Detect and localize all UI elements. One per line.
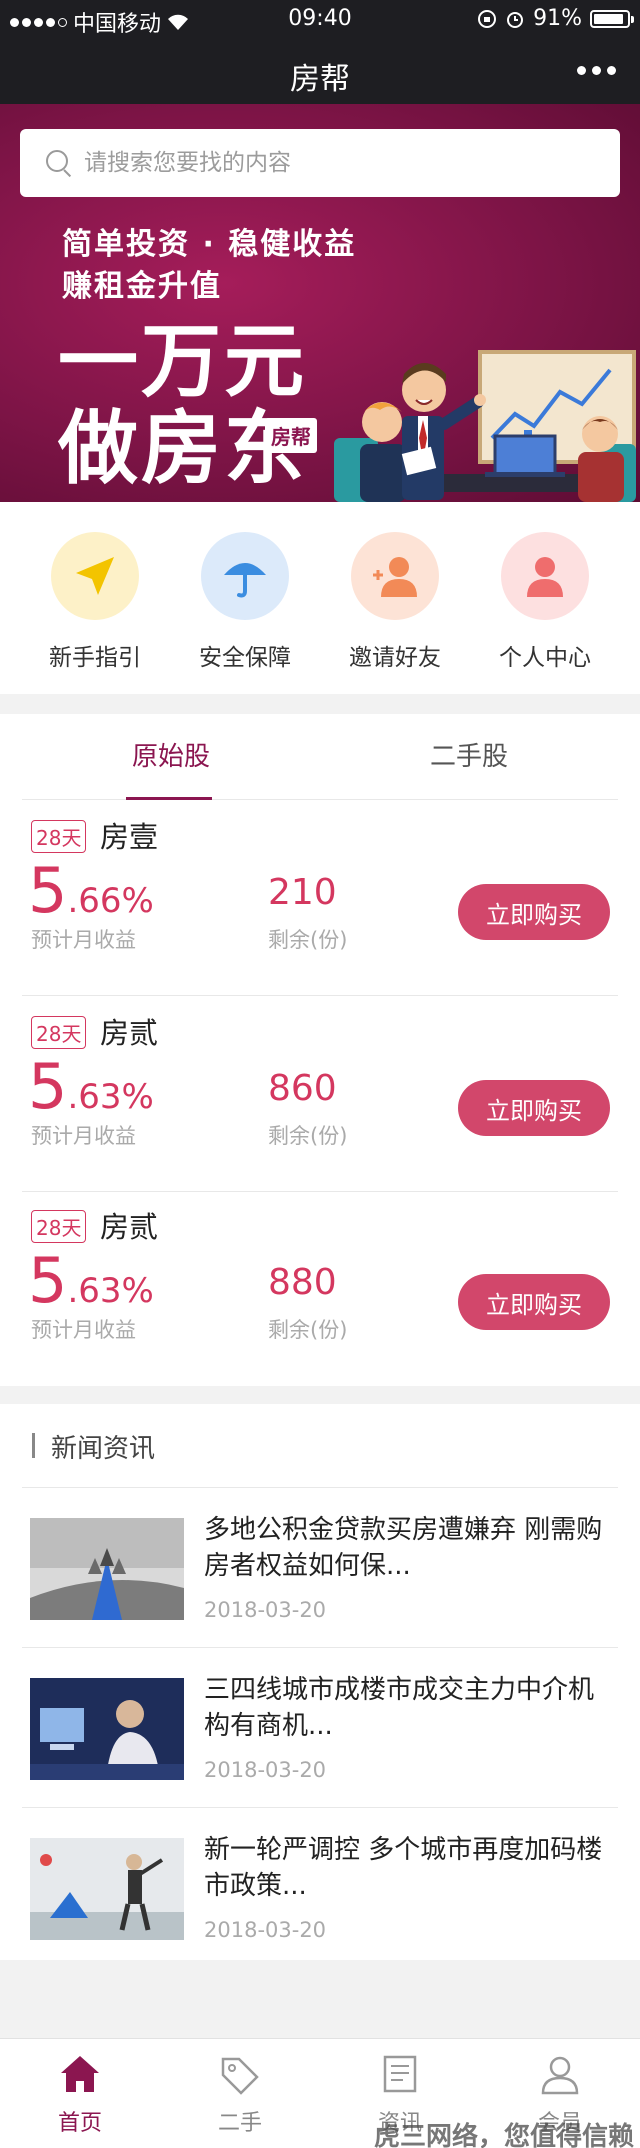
rate-integer: 5: [28, 1244, 68, 1317]
home-icon: [61, 2056, 99, 2092]
product-card: 原始股 二手股 28天 房壹 5.66% 预计月收益 210 剩余(份) 立即购…: [0, 714, 640, 1386]
security-circle: [201, 532, 289, 620]
paper-plane-icon: [76, 557, 114, 595]
page-title: 房帮: [290, 62, 350, 97]
business-people-illustration: [334, 350, 636, 502]
app-screen: 中国移动 09:40 91% 房帮 简单投资 · 稳健收益 赚租金升值 一万元 …: [0, 0, 640, 2148]
add-friend-icon: [373, 557, 417, 597]
product-row: 28天 房贰 5.63% 预计月收益 880 剩余(份) 立即购买: [0, 1190, 640, 1386]
product-row: 28天 房贰 5.63% 预计月收益 860 剩余(份) 立即购买: [0, 996, 640, 1192]
remaining-label: 剩余(份): [268, 1318, 348, 1342]
term-badge: 28天: [31, 1210, 87, 1243]
quick-item-guide[interactable]: 新手指引: [20, 502, 170, 694]
tabbar-secondhand[interactable]: 二手: [160, 2039, 320, 2148]
member-icon: [541, 2056, 579, 2095]
profile-circle: [501, 532, 589, 620]
banner-slogan-2: 赚租金升值: [62, 269, 222, 304]
news-item[interactable]: 新一轮严调控 多个城市再度加码楼市政策... 2018-03-20: [22, 1808, 618, 1968]
banner-headline-1: 一万元: [58, 315, 307, 408]
quick-entry-grid: 新手指引 安全保障 邀请好友 个人中心: [0, 502, 640, 694]
product-name: 房贰: [100, 1210, 159, 1244]
news-thumbnail: [30, 1518, 184, 1620]
status-right: 91%: [477, 6, 634, 31]
orientation-lock-icon: [478, 9, 497, 28]
product-name: 房贰: [100, 1016, 159, 1050]
news-title: 新一轮严调控 多个城市再度加码楼市政策...: [204, 1835, 603, 1901]
rate-label: 预计月收益: [31, 1124, 136, 1148]
expected-rate: 5.63%: [28, 1250, 154, 1312]
quick-item-security[interactable]: 安全保障: [170, 502, 320, 694]
buy-now-button[interactable]: 立即购买: [458, 1274, 610, 1330]
battery-icon: [590, 9, 634, 28]
umbrella-icon: [224, 563, 266, 598]
news-title: 三四线城市成楼市成交主力中介机构有商机...: [204, 1675, 595, 1741]
battery-percent: 91%: [533, 6, 582, 31]
remaining-count: 210: [268, 872, 337, 913]
banner-brand-badge: 房帮: [265, 418, 317, 453]
expected-rate: 5.66%: [28, 860, 154, 922]
remaining-count: 860: [268, 1068, 337, 1109]
news-date: 2018-03-20: [204, 1758, 327, 1782]
remaining-label: 剩余(份): [268, 928, 348, 952]
rate-integer: 5: [28, 1050, 68, 1123]
news-icon: [383, 2055, 417, 2093]
buy-now-button[interactable]: 立即购买: [458, 884, 610, 940]
term-badge: 28天: [31, 820, 87, 853]
tabbar-label: 首页: [57, 2111, 102, 2136]
search-input[interactable]: [84, 150, 604, 176]
news-header: 新闻资讯: [22, 1404, 618, 1488]
banner-slogan-1: 简单投资 · 稳健收益: [62, 227, 357, 262]
tag-icon: [221, 2057, 259, 2095]
rate-integer: 5: [28, 854, 68, 927]
quick-item-label: 安全保障: [199, 645, 291, 671]
news-item[interactable]: 多地公积金贷款买房遭嫌弃 刚需购房者权益如何保... 2018-03-20: [22, 1488, 618, 1648]
expected-rate: 5.63%: [28, 1056, 154, 1118]
product-row: 28天 房壹 5.66% 预计月收益 210 剩余(份) 立即购买: [0, 800, 640, 996]
guide-circle: [51, 532, 139, 620]
heading-marker: [32, 1433, 35, 1458]
tab-secondhand-shares[interactable]: 二手股: [320, 714, 618, 799]
news-section: 新闻资讯 多地公积金贷款买房遭嫌弃 刚需购房者权益如何保... 2018-03-…: [0, 1404, 640, 1960]
rate-decimal: .63%: [67, 1271, 154, 1311]
rate-decimal: .63%: [67, 1077, 154, 1117]
buy-now-button[interactable]: 立即购买: [458, 1080, 610, 1136]
news-thumbnail: [30, 1838, 184, 1940]
status-bar: 中国移动 09:40 91%: [0, 0, 640, 40]
remaining-count: 880: [268, 1262, 337, 1303]
news-item[interactable]: 三四线城市成楼市成交主力中介机构有商机... 2018-03-20: [22, 1648, 618, 1808]
rate-decimal: .66%: [67, 881, 154, 921]
watermark-text: 虎三网络，您值得信赖: [373, 2122, 634, 2148]
rate-label: 预计月收益: [31, 1318, 136, 1342]
tabbar-home[interactable]: 首页: [0, 2039, 160, 2148]
promo-banner[interactable]: 简单投资 · 稳健收益 赚租金升值 一万元 做房东 房帮: [0, 104, 640, 502]
alarm-icon: [507, 11, 524, 28]
product-tabs: 原始股 二手股: [22, 714, 618, 800]
user-icon: [527, 557, 563, 597]
news-date: 2018-03-20: [204, 1598, 327, 1622]
search-bar[interactable]: [20, 129, 620, 197]
news-heading: 新闻资讯: [51, 1434, 156, 1464]
quick-item-label: 个人中心: [499, 645, 591, 671]
more-icon[interactable]: [577, 66, 616, 75]
quick-item-label: 新手指引: [49, 645, 141, 671]
quick-item-profile[interactable]: 个人中心: [470, 502, 620, 694]
search-icon: [46, 150, 72, 178]
tabbar-label: 二手: [217, 2111, 262, 2136]
term-badge: 28天: [31, 1016, 87, 1049]
nav-bar: 房帮: [0, 40, 640, 104]
product-name: 房壹: [100, 820, 159, 854]
quick-item-invite[interactable]: 邀请好友: [320, 502, 470, 694]
news-date: 2018-03-20: [204, 1918, 327, 1942]
news-thumbnail: [30, 1678, 184, 1780]
rate-label: 预计月收益: [31, 928, 136, 952]
remaining-label: 剩余(份): [268, 1124, 348, 1148]
quick-item-label: 邀请好友: [349, 645, 441, 671]
news-title: 多地公积金贷款买房遭嫌弃 刚需购房者权益如何保...: [204, 1515, 603, 1581]
tab-original-shares[interactable]: 原始股: [22, 714, 320, 800]
invite-circle: [351, 532, 439, 620]
